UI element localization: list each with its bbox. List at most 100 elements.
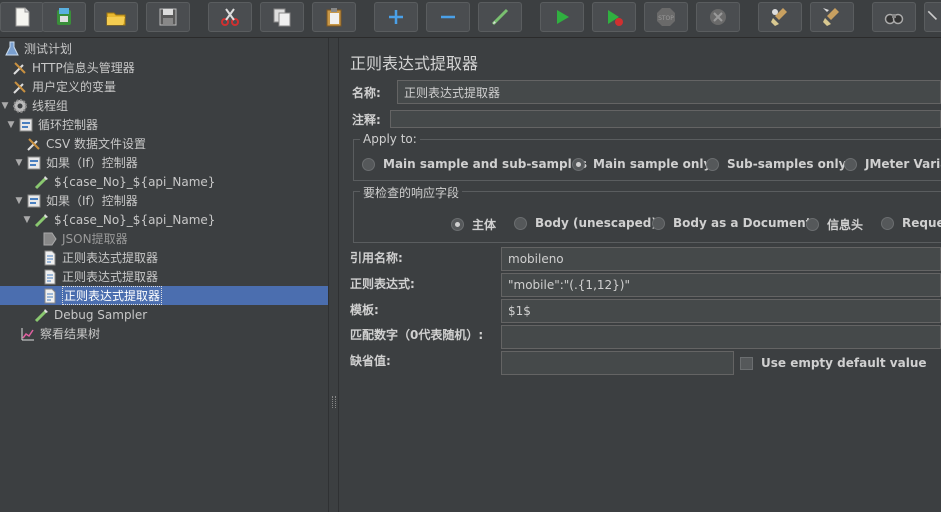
radio-dot[interactable] bbox=[514, 216, 527, 230]
collapse-toggle-icon[interactable]: ▼ bbox=[14, 196, 24, 206]
radio-body[interactable]: 主体 bbox=[451, 216, 496, 233]
document-icon bbox=[42, 269, 58, 285]
checkbox-box[interactable] bbox=[740, 356, 753, 370]
radio-dot[interactable] bbox=[362, 157, 375, 171]
test-plan-tree: 测试计划 HTTP信息头管理器 用户定义的变量 ▼ 线程组 ▼ 循环控制器 CS… bbox=[0, 38, 328, 512]
reference-name-field[interactable]: mobileno bbox=[501, 247, 941, 271]
radio-label: Sub-samples only bbox=[727, 157, 847, 171]
default-value-field[interactable] bbox=[501, 351, 734, 375]
tree-item-label: ${case_No}_${api_Name} bbox=[54, 174, 216, 189]
template-field[interactable]: $1$ bbox=[501, 299, 941, 323]
apply-to-group: Apply to: Main sample and sub-samples Ma… bbox=[353, 132, 941, 181]
splitter[interactable] bbox=[328, 38, 339, 512]
tree-item-label: CSV 数据文件设置 bbox=[46, 137, 147, 151]
tree-item-test-plan[interactable]: 测试计划 bbox=[4, 39, 72, 58]
name-field[interactable]: 正则表达式提取器 bbox=[397, 80, 941, 104]
tree-item-if-controller[interactable]: ▼ 如果（If）控制器 bbox=[14, 153, 138, 172]
radio-label: Reques bbox=[902, 216, 941, 230]
start-icon[interactable] bbox=[540, 2, 584, 32]
expand-icon[interactable] bbox=[374, 2, 418, 32]
apply-to-title: Apply to: bbox=[360, 132, 420, 146]
controller-icon bbox=[18, 117, 34, 133]
shutdown-icon[interactable] bbox=[696, 2, 740, 32]
radio-body-unescaped[interactable]: Body (unescaped) bbox=[514, 216, 657, 230]
templates-icon[interactable] bbox=[42, 2, 86, 32]
tree-item-label: 线程组 bbox=[32, 99, 69, 113]
paste-icon[interactable] bbox=[312, 2, 356, 32]
collapse-toggle-icon[interactable]: ▼ bbox=[14, 158, 24, 168]
tree-item-sampler[interactable]: ▼ ${case_No}_${api_Name} bbox=[22, 210, 215, 229]
default-value-label: 缺省值: bbox=[350, 354, 391, 368]
collapse-icon[interactable] bbox=[426, 2, 470, 32]
name-label: 名称: bbox=[352, 86, 381, 100]
tree-item-csv-data-set[interactable]: CSV 数据文件设置 bbox=[26, 134, 146, 153]
pipette-icon bbox=[34, 174, 50, 190]
radio-label: Main sample only bbox=[593, 157, 712, 171]
radio-dot[interactable] bbox=[706, 157, 719, 171]
tree-item-sampler[interactable]: ${case_No}_${api_Name} bbox=[34, 172, 215, 191]
checkbox-label: Use empty default value bbox=[761, 356, 927, 370]
radio-headers[interactable]: 信息头 bbox=[806, 216, 863, 233]
clear-all-icon[interactable] bbox=[810, 2, 854, 32]
radio-jmeter-variable[interactable]: JMeter Variab bbox=[844, 157, 941, 171]
tree-item-label: 正则表达式提取器 bbox=[62, 286, 163, 305]
radio-dot[interactable] bbox=[881, 216, 894, 230]
search-icon[interactable] bbox=[872, 2, 916, 32]
collapse-toggle-icon[interactable]: ▼ bbox=[22, 215, 32, 225]
tree-item-http-header-manager[interactable]: HTTP信息头管理器 bbox=[12, 58, 135, 77]
flask-icon bbox=[4, 41, 20, 57]
tree-item-if-controller[interactable]: ▼ 如果（If）控制器 bbox=[14, 191, 138, 210]
toggle-icon[interactable] bbox=[478, 2, 522, 32]
clear-icon[interactable] bbox=[758, 2, 802, 32]
cut-icon[interactable] bbox=[208, 2, 252, 32]
radio-dot-selected[interactable] bbox=[451, 218, 464, 231]
radio-dot[interactable] bbox=[806, 218, 819, 231]
tree-item-json-extractor[interactable]: JSON提取器 bbox=[42, 229, 128, 248]
tree-item-label: 如果（If）控制器 bbox=[46, 156, 138, 170]
reference-name-label: 引用名称: bbox=[350, 251, 403, 265]
radio-dot-selected[interactable] bbox=[572, 157, 585, 171]
tree-item-regex-extractor[interactable]: 正则表达式提取器 bbox=[42, 248, 158, 267]
document-icon bbox=[42, 288, 58, 304]
template-label: 模板: bbox=[350, 303, 379, 317]
svg-text:STOP: STOP bbox=[658, 15, 674, 22]
tree-item-label: Debug Sampler bbox=[54, 307, 148, 322]
radio-main-only[interactable]: Main sample only bbox=[572, 157, 711, 171]
start-no-pauses-icon[interactable] bbox=[592, 2, 636, 32]
new-icon[interactable] bbox=[0, 2, 44, 32]
radio-main-and-sub[interactable]: Main sample and sub-samples bbox=[362, 157, 587, 171]
splitter-grip[interactable] bbox=[332, 396, 336, 408]
save-icon[interactable] bbox=[146, 2, 190, 32]
help-icon[interactable] bbox=[924, 2, 941, 32]
tree-item-view-results-tree[interactable]: 察看结果树 bbox=[20, 324, 100, 343]
copy-icon[interactable] bbox=[260, 2, 304, 32]
tree-item-debug-sampler[interactable]: Debug Sampler bbox=[34, 305, 147, 324]
use-empty-default-checkbox[interactable]: Use empty default value bbox=[740, 356, 927, 370]
radio-label: Body (unescaped) bbox=[535, 216, 657, 230]
regex-field[interactable]: "mobile":"(.{1,12})" bbox=[501, 273, 941, 297]
tree-item-loop-controller[interactable]: ▼ 循环控制器 bbox=[6, 115, 98, 134]
radio-request-headers[interactable]: Reques bbox=[881, 216, 941, 230]
document-icon bbox=[42, 250, 58, 266]
radio-label: Main sample and sub-samples bbox=[383, 157, 588, 171]
tree-item-regex-extractor[interactable]: 正则表达式提取器 bbox=[42, 267, 158, 286]
tree-item-user-defined-variables[interactable]: 用户定义的变量 bbox=[12, 77, 116, 96]
collapse-toggle-icon[interactable]: ▼ bbox=[0, 101, 10, 111]
radio-body-as-document[interactable]: Body as a Document bbox=[652, 216, 811, 230]
stop-icon[interactable]: STOP bbox=[644, 2, 688, 32]
match-number-label: 匹配数字（0代表随机）: bbox=[350, 328, 484, 342]
comments-field[interactable] bbox=[390, 110, 941, 128]
open-icon[interactable] bbox=[94, 2, 138, 32]
pipette-icon bbox=[34, 307, 50, 323]
extractor-icon bbox=[42, 231, 58, 247]
radio-dot[interactable] bbox=[844, 157, 857, 171]
collapse-toggle-icon[interactable]: ▼ bbox=[6, 120, 16, 130]
field-to-check-group: 要检查的响应字段 主体 Body (unescaped) Body as a D… bbox=[353, 184, 941, 243]
radio-sub-only[interactable]: Sub-samples only bbox=[706, 157, 846, 171]
tree-item-regex-extractor-selected[interactable]: 正则表达式提取器 bbox=[0, 286, 328, 305]
tree-item-label: 正则表达式提取器 bbox=[62, 251, 159, 265]
match-number-field[interactable] bbox=[501, 325, 941, 349]
tree-item-thread-group[interactable]: ▼ 线程组 bbox=[0, 96, 68, 115]
tree-item-label: HTTP信息头管理器 bbox=[32, 61, 135, 75]
radio-dot[interactable] bbox=[652, 216, 665, 230]
